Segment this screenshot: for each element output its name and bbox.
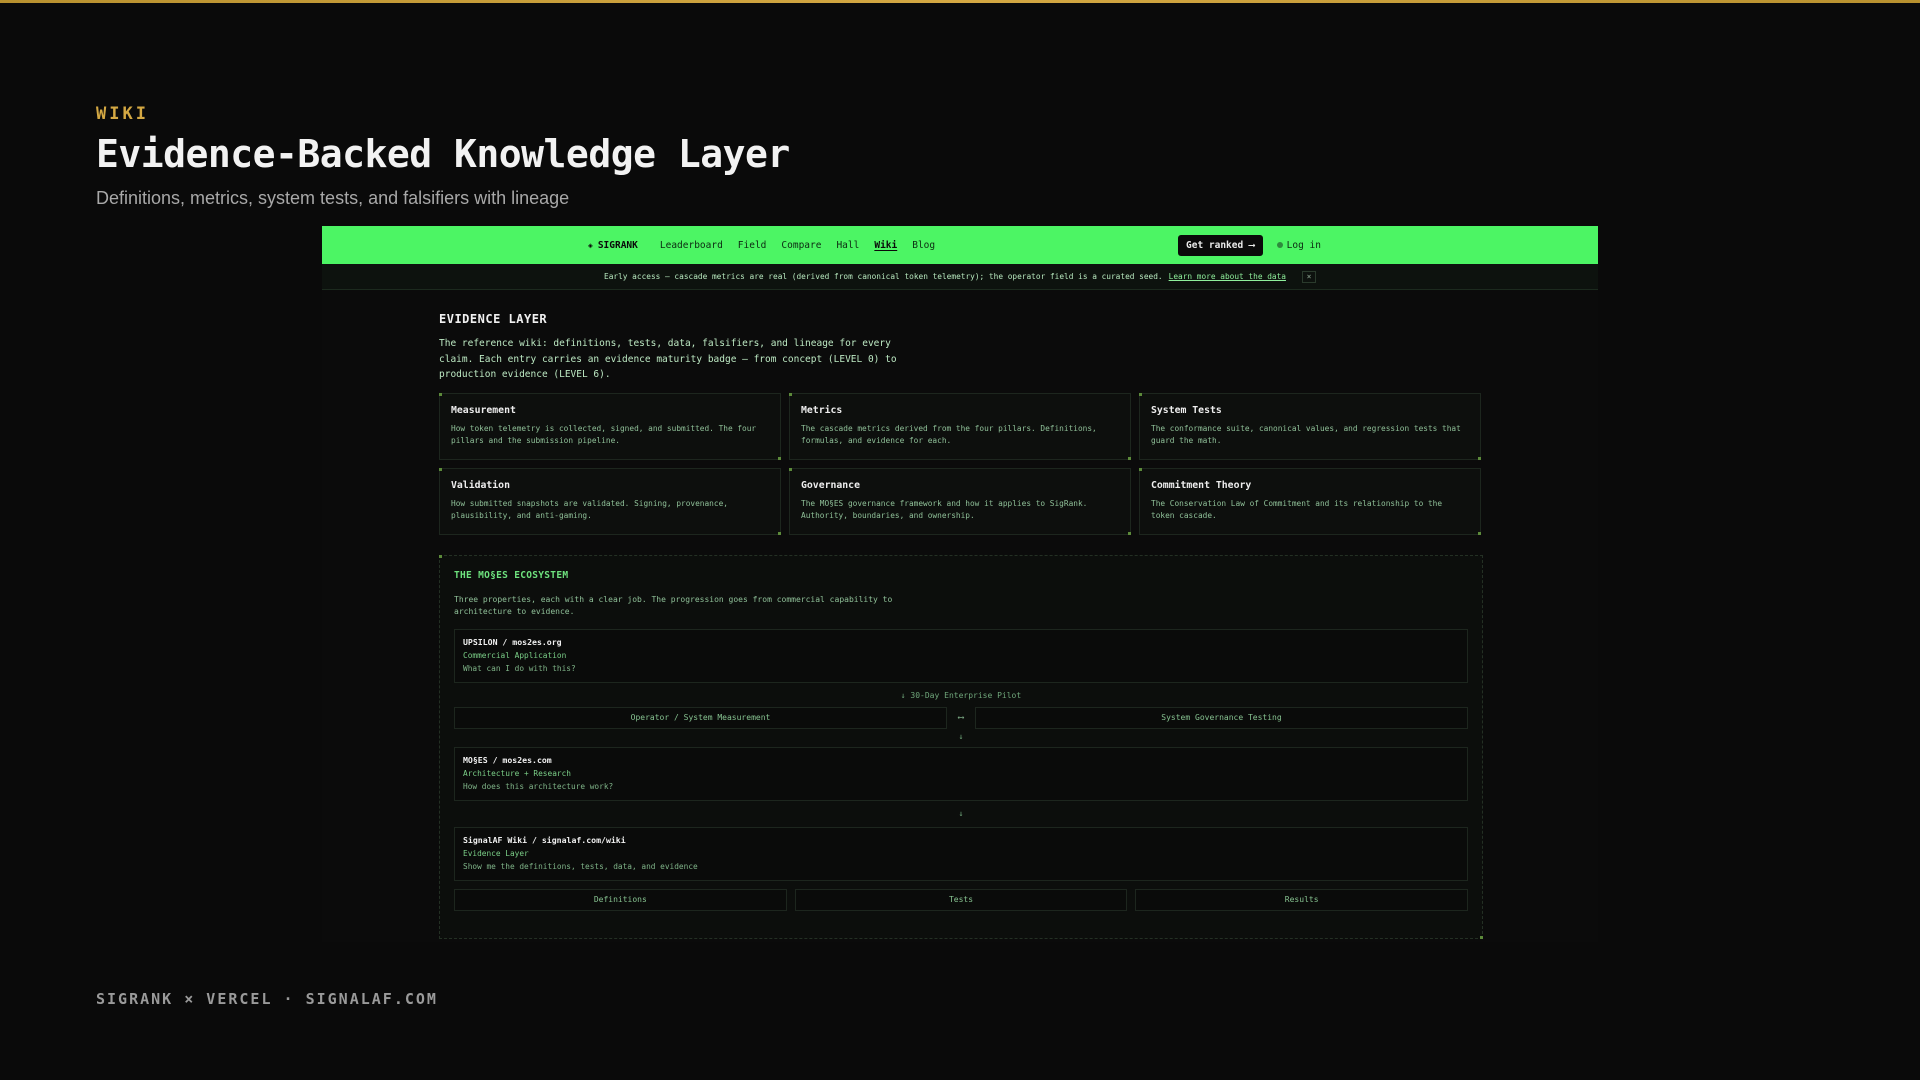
card-measurement[interactable]: Measurement How token telemetry is colle… bbox=[439, 392, 781, 460]
card-title: System Tests bbox=[1151, 404, 1222, 416]
pilot-connector-label: ↓ 30-Day Enterprise Pilot bbox=[900, 690, 1022, 700]
pilot-row: Operator / System Measurement ⟷ System G… bbox=[454, 706, 1468, 729]
card-commitment-theory[interactable]: Commitment Theory The Conservation Law o… bbox=[1139, 467, 1481, 535]
card-system-tests[interactable]: System Tests The conformance suite, cano… bbox=[1139, 392, 1481, 460]
slide-eyebrow: WIKI bbox=[96, 104, 149, 124]
down-arrow-icon: ↓ bbox=[958, 808, 964, 818]
evidence-layer-description: The reference wiki: definitions, tests, … bbox=[439, 338, 897, 380]
card-title: Validation bbox=[451, 479, 510, 491]
card-description: The MO§ES governance framework and how i… bbox=[801, 498, 1088, 521]
nav-link-leaderboard[interactable]: Leaderboard bbox=[660, 240, 723, 251]
property-name: SignalAF Wiki / signalaf.com/wiki bbox=[463, 834, 626, 845]
evidence-item-definitions[interactable]: Definitions bbox=[454, 888, 787, 911]
slide-header: WIKI Evidence-Backed Knowledge Layer Def… bbox=[96, 104, 790, 209]
slide-footer: SIGRANK × VERCEL · SIGNALAF.COM bbox=[96, 990, 438, 1008]
card-title: Governance bbox=[801, 479, 860, 491]
property-role: Commercial Application bbox=[463, 650, 567, 660]
card-title: Metrics bbox=[801, 404, 843, 416]
ecosystem-description: Three properties, each with a clear job.… bbox=[454, 594, 893, 617]
nav-right: Get ranked ⟶ Log in bbox=[1178, 226, 1321, 264]
card-description: How submitted snapshots are validated. S… bbox=[451, 498, 728, 521]
evidence-layer-title: EVIDENCE LAYER bbox=[439, 312, 548, 326]
property-upsilon[interactable]: UPSILON / mos2es.org Commercial Applicat… bbox=[454, 628, 1468, 683]
operator-measurement-box[interactable]: Operator / System Measurement bbox=[454, 706, 947, 729]
slide-title: Evidence-Backed Knowledge Layer bbox=[96, 132, 790, 176]
banner-text: Early access — cascade metrics are real … bbox=[604, 272, 1163, 281]
nav-link-wiki[interactable]: Wiki bbox=[874, 240, 897, 251]
brand-name: SIGRANK bbox=[597, 239, 638, 251]
property-name: MO§ES / mos2es.com bbox=[463, 754, 552, 765]
property-name: UPSILON / mos2es.org bbox=[463, 636, 562, 647]
evidence-items-row: Definitions Tests Results bbox=[454, 888, 1468, 911]
property-signalaf[interactable]: SignalAF Wiki / signalaf.com/wiki Eviden… bbox=[454, 826, 1468, 881]
nav-link-blog[interactable]: Blog bbox=[912, 240, 935, 251]
card-governance[interactable]: Governance The MO§ES governance framewor… bbox=[789, 467, 1131, 535]
property-question: Show me the definitions, tests, data, an… bbox=[463, 861, 698, 871]
property-question: How does this architecture work? bbox=[463, 781, 614, 791]
card-description: How token telemetry is collected, signed… bbox=[451, 423, 757, 446]
card-description: The conformance suite, canonical values,… bbox=[1151, 423, 1461, 446]
evidence-item-results[interactable]: Results bbox=[1135, 888, 1468, 911]
early-access-banner: Early access — cascade metrics are real … bbox=[322, 264, 1598, 290]
nav-left: ◈ SIGRANK Leaderboard Field Compare Hall… bbox=[588, 226, 950, 264]
website-screenshot: ◈ SIGRANK Leaderboard Field Compare Hall… bbox=[322, 226, 1598, 942]
top-accent-line bbox=[0, 0, 1920, 3]
evidence-item-tests[interactable]: Tests bbox=[794, 888, 1128, 911]
diamond-icon: ◈ bbox=[588, 240, 593, 250]
property-moses[interactable]: MO§ES / mos2es.com Architecture + Resear… bbox=[454, 746, 1468, 801]
card-description: The Conservation Law of Commitment and i… bbox=[1151, 498, 1443, 521]
nav-link-field[interactable]: Field bbox=[738, 240, 767, 251]
governance-testing-box[interactable]: System Governance Testing bbox=[975, 706, 1468, 729]
banner-learn-more-link[interactable]: Learn more about the data bbox=[1169, 272, 1286, 281]
banner-close-icon[interactable]: × bbox=[1301, 270, 1316, 283]
status-dot-icon bbox=[1276, 242, 1283, 248]
category-grid: Measurement How token telemetry is colle… bbox=[439, 392, 1483, 535]
login-link[interactable]: Log in bbox=[1276, 239, 1321, 251]
property-question: What can I do with this? bbox=[463, 663, 576, 673]
property-role: Evidence Layer bbox=[463, 848, 529, 858]
login-label: Log in bbox=[1286, 239, 1321, 251]
nav-link-compare[interactable]: Compare bbox=[781, 240, 821, 251]
bidirectional-arrow-icon: ⟷ bbox=[958, 712, 964, 723]
card-title: Measurement bbox=[451, 404, 516, 416]
property-role: Architecture + Research bbox=[463, 768, 571, 778]
ecosystem-panel: THE MO§ES ECOSYSTEM Three properties, ea… bbox=[439, 554, 1483, 939]
card-title: Commitment Theory bbox=[1151, 479, 1252, 491]
card-description: The cascade metrics derived from the fou… bbox=[801, 423, 1097, 446]
card-metrics[interactable]: Metrics The cascade metrics derived from… bbox=[789, 392, 1131, 460]
slide-subtitle: Definitions, metrics, system tests, and … bbox=[96, 188, 570, 208]
card-validation[interactable]: Validation How submitted snapshots are v… bbox=[439, 467, 781, 535]
down-arrow-icon: ↓ bbox=[958, 731, 964, 741]
ecosystem-title: THE MO§ES ECOSYSTEM bbox=[454, 569, 569, 581]
nav-link-hall[interactable]: Hall bbox=[836, 240, 859, 251]
top-navbar: ◈ SIGRANK Leaderboard Field Compare Hall… bbox=[322, 226, 1598, 264]
brand-logo[interactable]: ◈ SIGRANK bbox=[588, 240, 638, 251]
main-content: EVIDENCE LAYER The reference wiki: defin… bbox=[439, 312, 1483, 939]
get-ranked-button[interactable]: Get ranked ⟶ bbox=[1178, 234, 1263, 256]
